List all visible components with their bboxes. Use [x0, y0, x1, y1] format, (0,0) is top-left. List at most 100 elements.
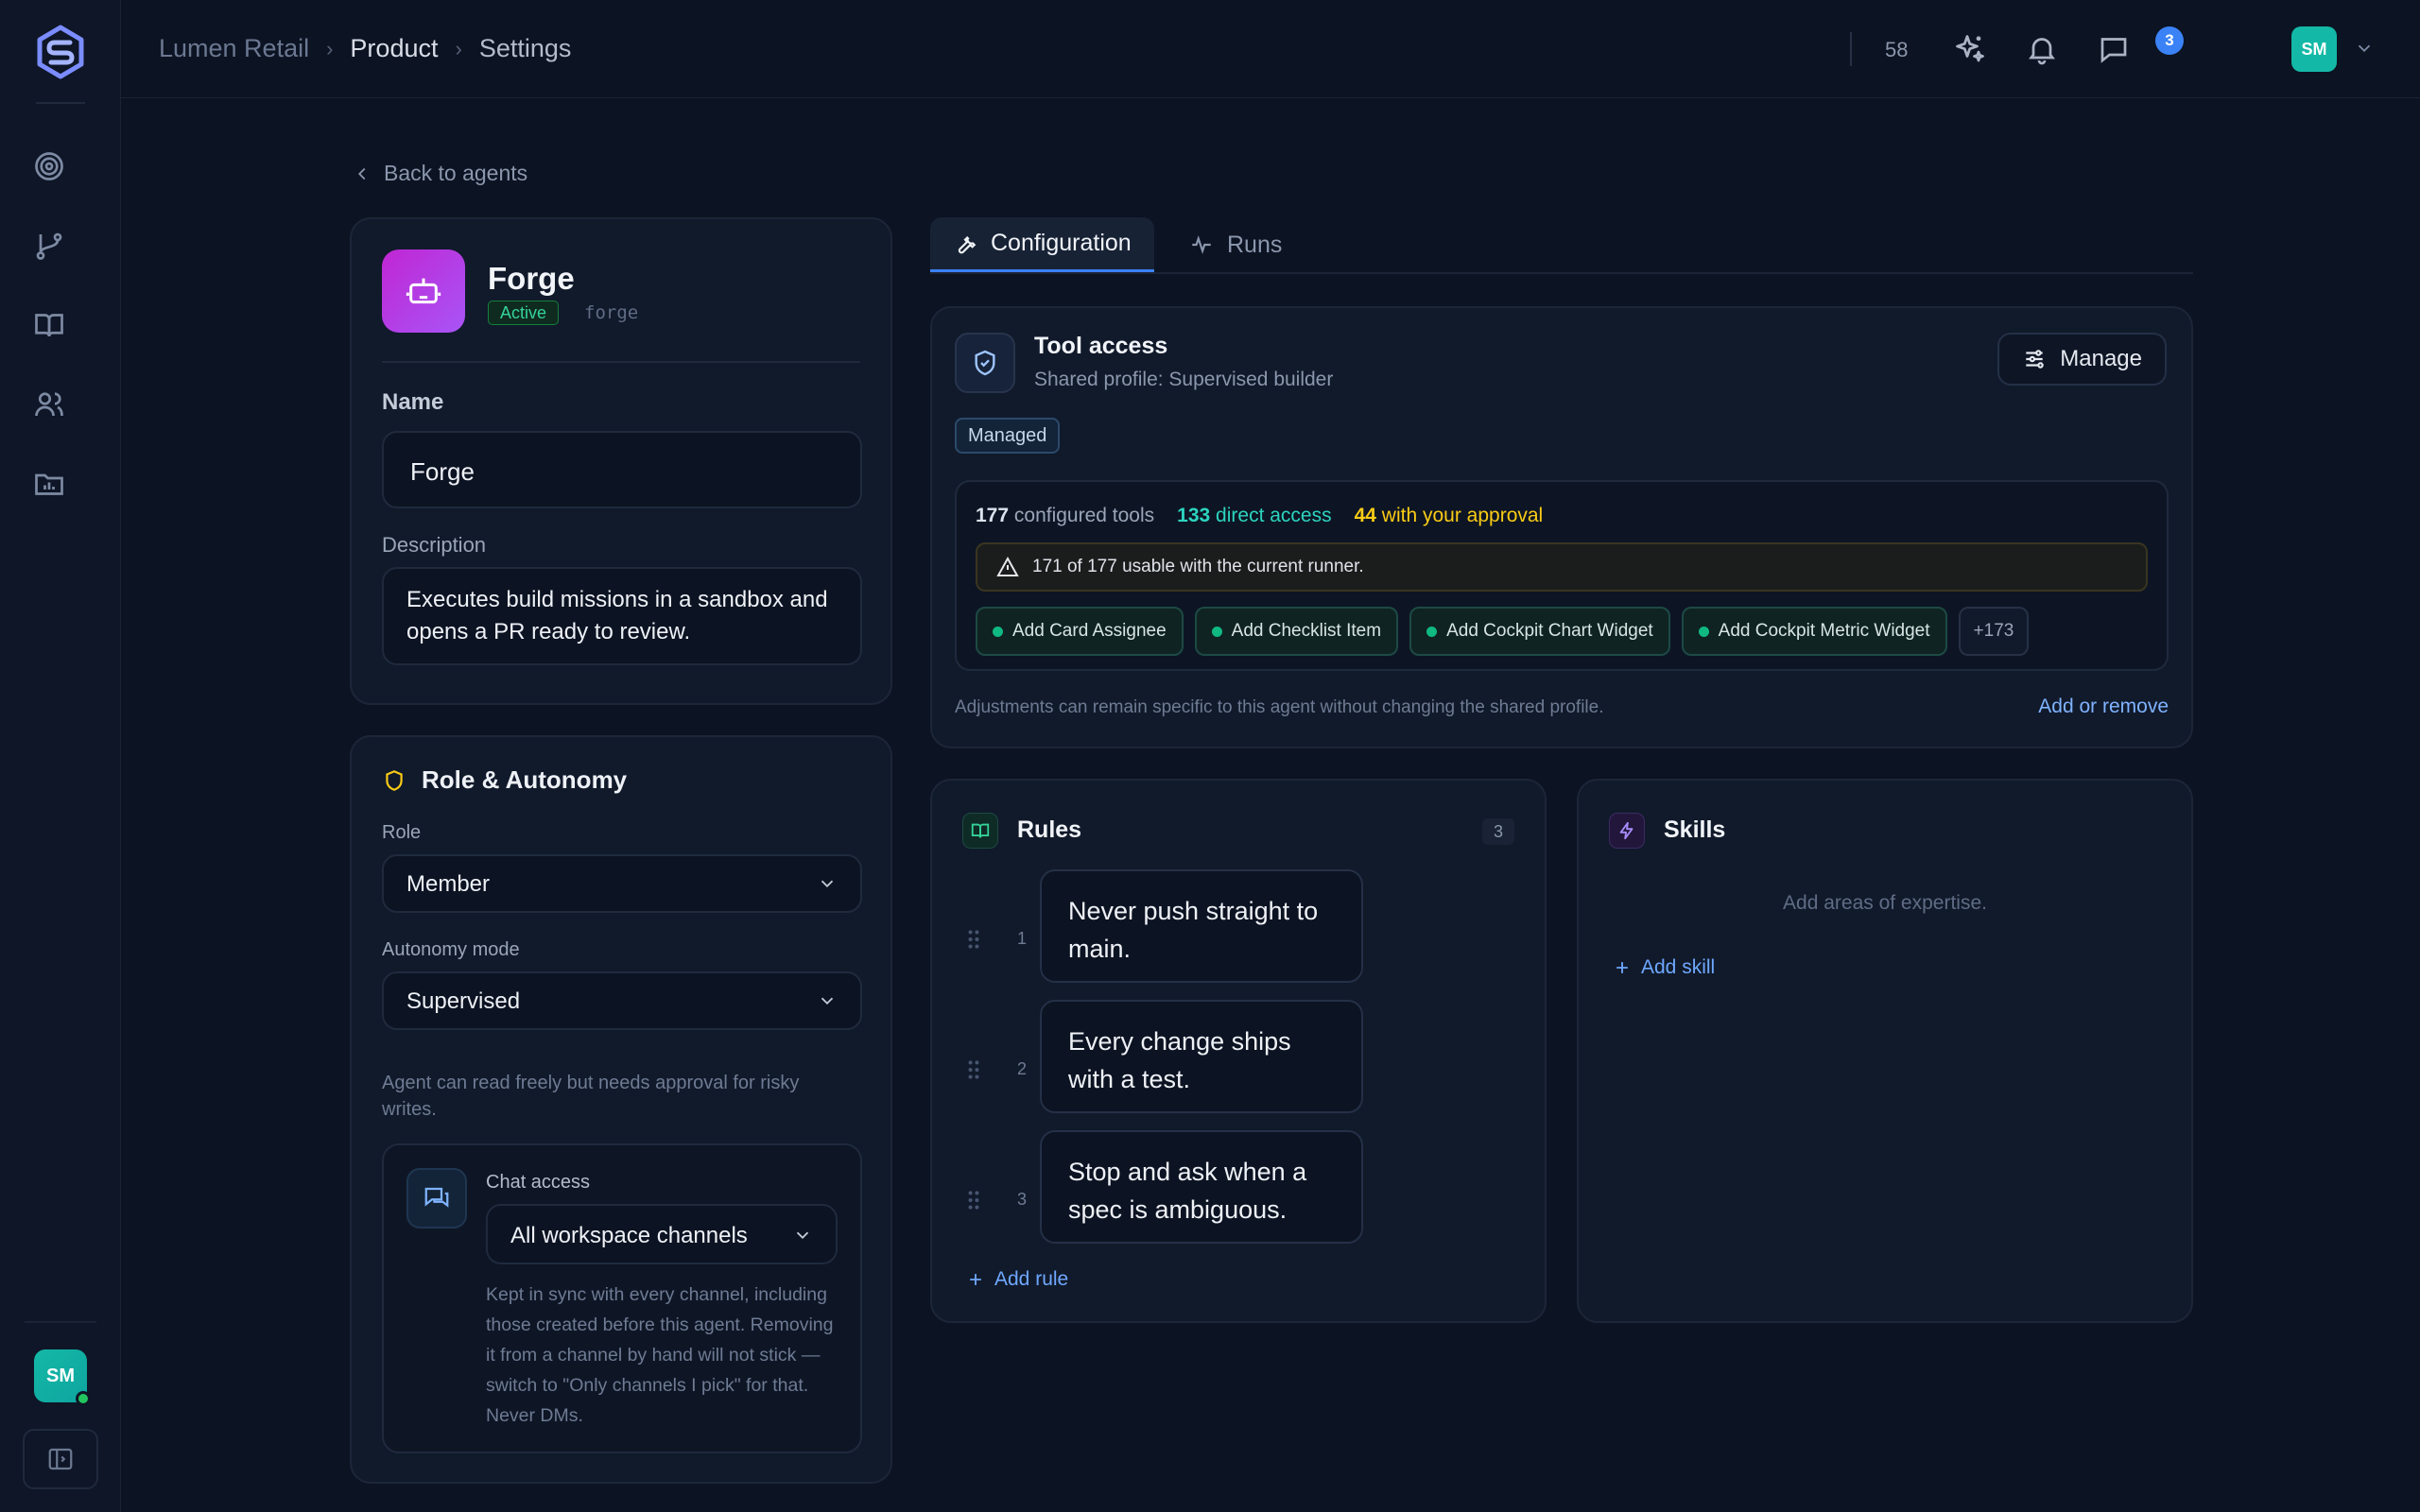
breadcrumb-item-settings: Settings [478, 34, 572, 62]
rail-footer-divider [25, 1321, 96, 1323]
approval-label: with your approval [1381, 505, 1544, 526]
credit-count: 58 [1885, 38, 1909, 61]
tool-chip-label: Add Cockpit Chart Widget [1446, 621, 1653, 641]
description-label: Description [382, 533, 487, 557]
chevron-left-icon [357, 167, 366, 180]
back-label: Back to agents [384, 161, 528, 185]
tool-chip-label: Add Card Assignee [1012, 621, 1167, 641]
back-to-agents-link[interactable]: Back to agents [352, 161, 527, 186]
topbar-divider [1850, 32, 1852, 66]
breadcrumb-item-workspace[interactable]: Lumen Retail [159, 34, 309, 63]
plus-icon [970, 1274, 981, 1285]
folder-chart-icon[interactable] [32, 467, 66, 501]
approval-stat: 44 with your approval [1355, 505, 1544, 527]
configured-count: 177 [976, 505, 1010, 526]
add-skill-button[interactable]: Add skill [1613, 956, 1715, 979]
manage-button[interactable]: Manage [1997, 333, 2167, 386]
direct-label: direct access [1216, 505, 1332, 526]
chat-access-hint: Kept in sync with every channel, includi… [486, 1284, 834, 1426]
account-avatar[interactable]: SM [2291, 26, 2337, 72]
role-select[interactable]: Member [382, 854, 862, 913]
wrench-icon [958, 235, 977, 253]
approval-count: 44 [1354, 505, 1376, 526]
chat-access-select[interactable]: All workspace channels [486, 1204, 838, 1264]
add-skill-label: Add skill [1641, 956, 1716, 978]
enabled-dot [1211, 626, 1222, 637]
autonomy-value: Supervised [406, 988, 521, 1014]
shield-check-icon [975, 350, 995, 376]
app-logo[interactable] [32, 24, 89, 80]
warning-triangle-icon [996, 556, 1019, 576]
more-tools-chip[interactable]: +173 [1958, 607, 2030, 656]
chevron-down-icon [817, 990, 838, 1011]
autonomy-hint: Agent can read freely but needs approval… [382, 1073, 800, 1120]
rail-divider [36, 102, 85, 104]
tab-configuration[interactable]: Configuration [930, 217, 1154, 272]
tool-chip[interactable]: Add Cockpit Metric Widget [1681, 607, 1947, 656]
runner-warning-text: 171 of 177 usable with the current runne… [1032, 557, 1364, 576]
tab-runs[interactable]: Runs [1167, 217, 1305, 272]
tool-chip[interactable]: Add Cockpit Chart Widget [1409, 607, 1670, 656]
online-status-dot [76, 1391, 91, 1406]
activity-icon [1192, 235, 1211, 254]
role-autonomy-title: Role & Autonomy [382, 765, 627, 795]
autonomy-select[interactable]: Supervised [382, 971, 862, 1030]
skills-title: Skills [1664, 816, 1726, 843]
enabled-dot [1698, 626, 1709, 637]
rule-item[interactable]: Never push straight to main. [1040, 869, 1363, 983]
skills-empty-state: Add areas of expertise. [1783, 892, 1987, 914]
role-autonomy-heading: Role & Autonomy [422, 765, 628, 794]
chat-access-value: All workspace channels [510, 1223, 748, 1248]
git-branch-icon[interactable] [32, 229, 66, 263]
rules-title: Rules [1017, 816, 1082, 843]
user-avatar[interactable]: SM [34, 1349, 91, 1406]
direct-stat: 133 direct access [1177, 505, 1331, 527]
role-autonomy-card: Role & Autonomy Role Member Autonomy mod… [350, 735, 892, 1484]
tool-chip-label: Add Checklist Item [1231, 621, 1382, 641]
user-avatar-initials: SM [46, 1365, 75, 1386]
rules-count-badge: 3 [1482, 818, 1514, 845]
drag-handle-icon[interactable] [966, 1059, 981, 1080]
rules-card: Rules 3 1 Never push straight to main. 2… [930, 779, 1547, 1323]
users-icon[interactable] [32, 387, 66, 421]
chat-access-icon-box [406, 1168, 467, 1228]
chevron-down-icon[interactable] [2354, 38, 2375, 59]
enabled-dot [993, 626, 1003, 637]
sliders-icon [2026, 350, 2045, 369]
drag-handle-icon[interactable] [966, 1190, 981, 1211]
rule-number: 3 [1017, 1190, 1028, 1209]
sparkles-icon[interactable] [1953, 32, 1987, 66]
bell-icon[interactable] [2025, 32, 2059, 66]
tool-stats: 177 configured tools 133 direct access 4… [976, 505, 1543, 527]
top-bar: Lumen Retail › Product › Settings 58 3 S… [121, 0, 2420, 98]
rule-item[interactable]: Every change ships with a test. [1040, 1000, 1363, 1113]
agent-identity-card: Forge Active forge Name Forge Descriptio… [350, 217, 892, 705]
agent-avatar [382, 249, 465, 333]
add-or-remove-link[interactable]: Add or remove [2038, 696, 2169, 718]
chat-icon[interactable] [2097, 32, 2131, 66]
tool-access-title: Tool access [1034, 333, 1168, 359]
breadcrumb-item-product[interactable]: Product [350, 34, 438, 63]
target-icon[interactable] [32, 149, 66, 183]
tool-chip[interactable]: Add Card Assignee [976, 607, 1184, 656]
shield-icon [386, 769, 403, 791]
name-value: Forge [410, 457, 475, 486]
rule-item[interactable]: Stop and ask when a spec is ambiguous. [1040, 1130, 1363, 1244]
tab-configuration-label: Configuration [991, 230, 1132, 256]
side-rail: SM [0, 0, 121, 1512]
book-icon[interactable] [32, 308, 66, 342]
tool-access-card: Tool access Shared profile: Supervised b… [930, 306, 2193, 748]
add-rule-button[interactable]: Add rule [966, 1268, 1068, 1291]
description-value: Executes build missions in a sandbox and… [406, 587, 828, 644]
tool-chip[interactable]: Add Checklist Item [1194, 607, 1399, 656]
rule-number: 2 [1017, 1059, 1028, 1078]
collapse-sidebar-button[interactable] [23, 1429, 98, 1489]
role-value: Member [406, 871, 491, 897]
name-field[interactable]: Forge [382, 431, 862, 508]
drag-handle-icon[interactable] [966, 929, 981, 950]
chevron-right-icon: › [455, 36, 462, 60]
description-field[interactable]: Executes build missions in a sandbox and… [382, 567, 862, 665]
tool-access-icon-box [955, 333, 1015, 393]
tool-summary-panel: 177 configured tools 133 direct access 4… [955, 480, 2169, 671]
autonomy-label: Autonomy mode [382, 939, 520, 960]
